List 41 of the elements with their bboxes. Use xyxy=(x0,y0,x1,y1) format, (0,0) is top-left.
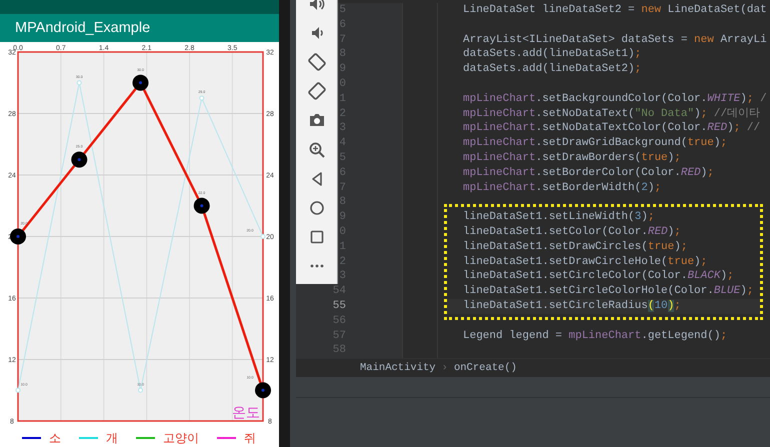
code-line: dataSets.add(lineDataSet2); xyxy=(462,62,642,77)
rotate-right-icon[interactable] xyxy=(306,81,326,102)
code-line: LineDataSet lineDataSet2 = new LineDataSet(dat xyxy=(462,3,768,18)
code-line: mpLineChart.setNoDataText("No Data"); //데이타 xyxy=(462,106,762,122)
code-line: mpLineChart.setDrawBorders(true); xyxy=(462,150,682,166)
data-point xyxy=(255,382,271,398)
code-line: lineDataSet1.setDrawCircles(true); xyxy=(462,240,688,255)
code-line: mpLineChart.setNoDataTextColor(Color.RED); // xyxy=(462,121,762,136)
data-point xyxy=(132,74,148,91)
legend-label: 개 xyxy=(106,430,118,446)
data-point xyxy=(260,234,266,239)
data-point xyxy=(71,152,88,168)
code-line: ArrayList<ILineDataSet> dataSets = new ArrayLi xyxy=(462,32,768,48)
data-point xyxy=(10,228,26,244)
legend-label: 소 xyxy=(49,430,61,446)
code-line: lineDataSet1.setLineWidth(3); xyxy=(462,210,656,225)
code-line: mpLineChart.setBorderColor(Color.RED); xyxy=(462,166,715,181)
breadcrumb[interactable]: onCreate() xyxy=(454,362,517,374)
code-line: dataSets.add(lineDataSet1); xyxy=(462,47,642,62)
zoom-icon[interactable] xyxy=(306,140,326,160)
line-number: 55 xyxy=(332,298,346,314)
app-title: MPAndroid_Example xyxy=(0,14,279,42)
chart-description: 온도 xyxy=(232,404,260,420)
rotate-left-icon[interactable] xyxy=(306,52,326,72)
breadcrumb[interactable]: MainActivity xyxy=(360,362,436,374)
code-line: lineDataSet1.setCircleColorHole(Color.BLUE); xyxy=(462,284,754,299)
data-point xyxy=(199,96,204,101)
data-point xyxy=(76,80,82,86)
code-line: lineDataSet1.setCircleColor(Color.BLACK); xyxy=(462,269,735,284)
data-point xyxy=(16,388,20,393)
code-line: mpLineChart.setBackgroundColor(Color.WHITE); / xyxy=(462,92,768,107)
code-line: mpLineChart.setBorderWidth(2); xyxy=(462,180,662,196)
code-line: Legend legend = mpLineChart.getLegend(); xyxy=(462,328,728,344)
code-line: lineDataSet1.setColor(Color.RED); xyxy=(462,224,682,240)
data-point xyxy=(138,388,143,393)
legend-label: 쥐 xyxy=(244,430,256,446)
code-line: lineDataSet1.setDrawCircleHole(true); xyxy=(462,254,708,270)
code-line: mpLineChart.setDrawGridBackground(true); xyxy=(462,136,728,151)
legend-label: 고양이 xyxy=(163,430,199,446)
chevron-icon: › xyxy=(442,362,448,374)
data-point xyxy=(194,198,210,214)
